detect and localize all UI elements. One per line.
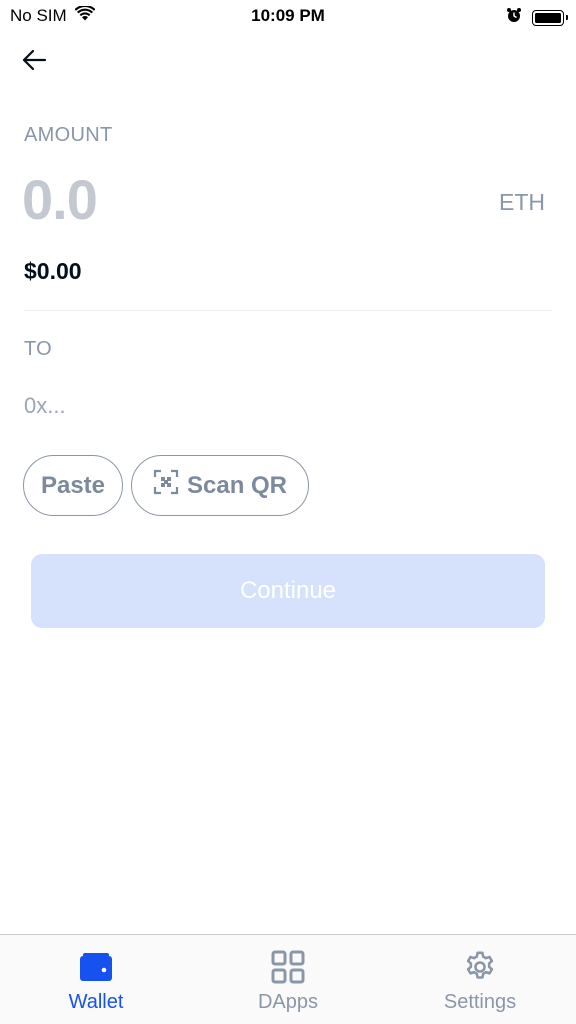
address-input[interactable] xyxy=(24,393,552,419)
alarm-icon xyxy=(506,7,522,28)
arrow-left-icon xyxy=(22,49,47,71)
battery-level xyxy=(535,12,561,23)
scan-qr-button[interactable]: Scan QR xyxy=(131,455,309,516)
battery-icon xyxy=(532,9,568,26)
tab-wallet-label: Wallet xyxy=(68,991,124,1013)
continue-button[interactable]: Continue xyxy=(31,554,545,628)
tab-wallet[interactable]: Wallet xyxy=(0,935,192,1024)
status-right-icons xyxy=(506,7,568,28)
continue-label: Continue xyxy=(239,577,337,604)
gear-icon xyxy=(466,951,494,979)
grid-icon xyxy=(271,950,305,984)
qr-scan-icon xyxy=(153,469,179,502)
wallet-icon xyxy=(80,953,112,981)
tab-bar: Wallet DApps Settings xyxy=(0,934,576,1024)
status-bar: No SIM 10:09 PM xyxy=(0,0,576,34)
tab-dapps-label: DApps xyxy=(257,991,319,1013)
fiat-value: $0.00 xyxy=(24,258,82,284)
tab-dapps[interactable]: DApps xyxy=(192,935,384,1024)
paste-label: Paste xyxy=(40,471,106,499)
divider xyxy=(24,310,552,311)
to-label: TO xyxy=(24,338,53,360)
tab-settings[interactable]: Settings xyxy=(384,935,576,1024)
status-time: 10:09 PM xyxy=(251,6,325,25)
tab-settings-label: Settings xyxy=(443,991,517,1013)
currency-toggle[interactable]: ETH xyxy=(499,189,545,216)
amount-label: AMOUNT xyxy=(24,124,113,146)
paste-button[interactable]: Paste xyxy=(23,455,123,516)
scan-qr-label: Scan QR xyxy=(186,471,288,499)
back-button[interactable] xyxy=(18,46,50,74)
amount-input[interactable]: 0.0 xyxy=(22,172,98,228)
